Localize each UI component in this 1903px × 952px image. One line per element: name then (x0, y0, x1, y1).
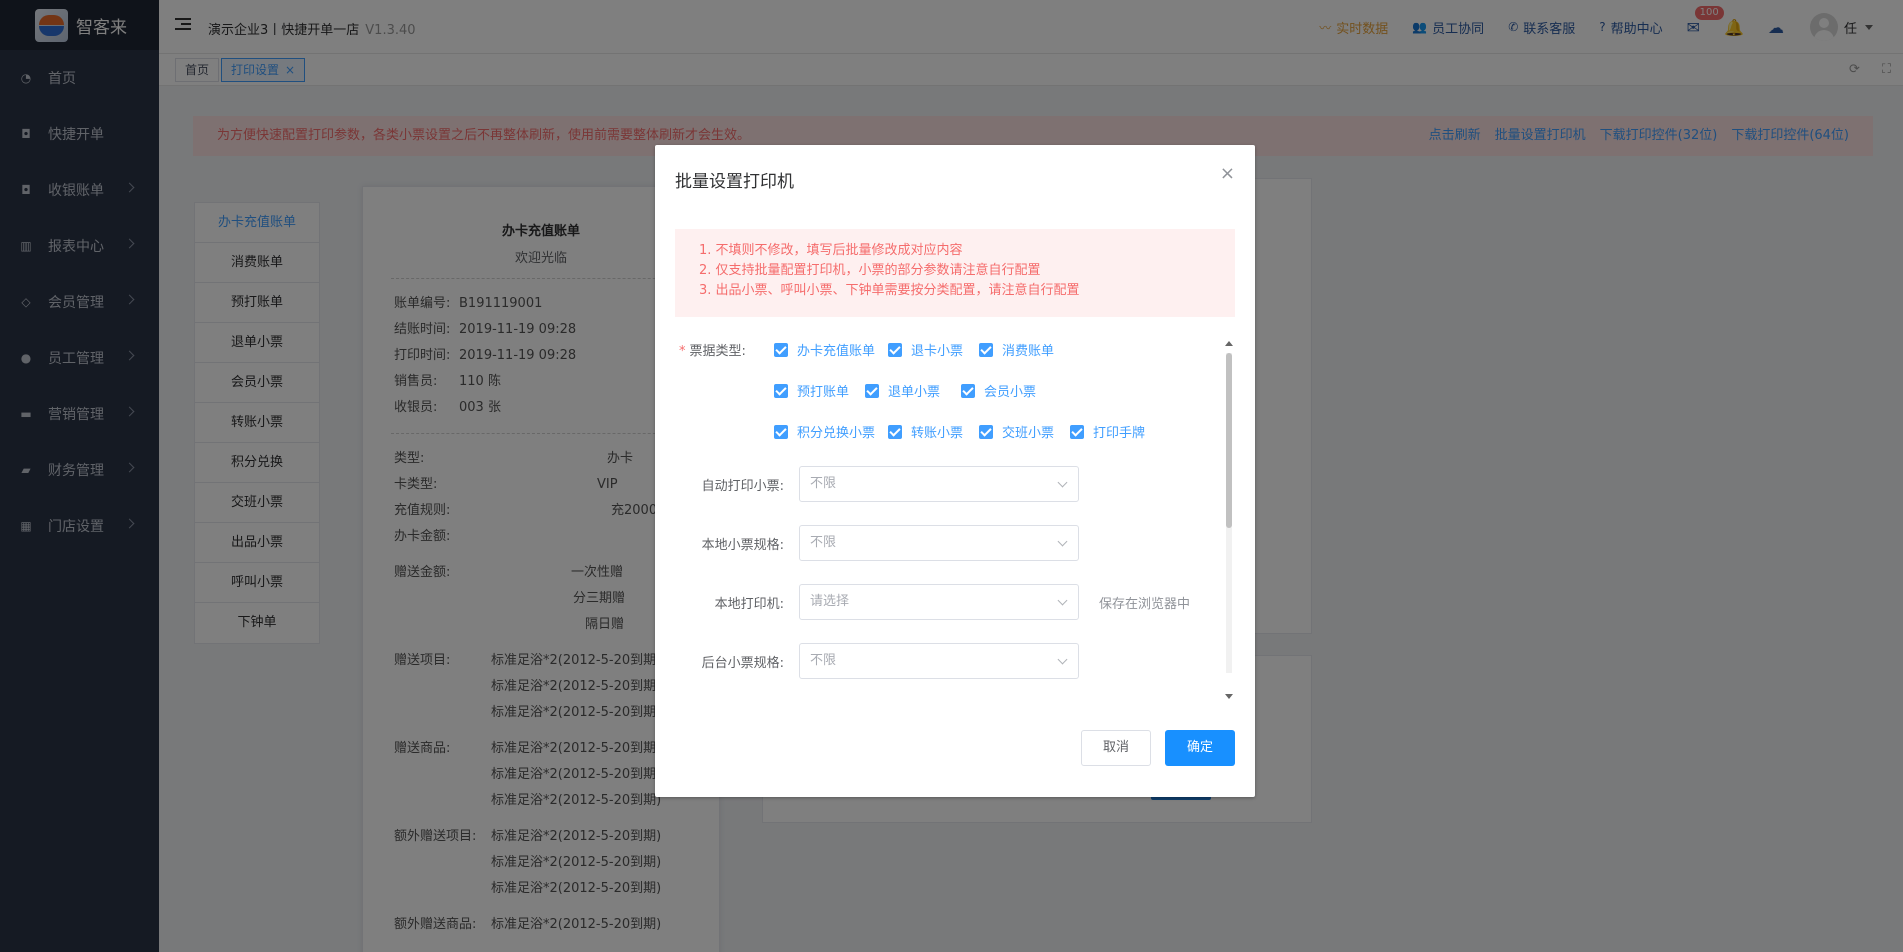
checkbox-label: 预打账单 (797, 385, 850, 400)
dialog-notice: 1. 不填则不修改，填写后批量修改成对应内容 2. 仅支持批量配置打印机，小票的… (675, 229, 1235, 317)
checkbox-label: 办卡充值账单 (797, 344, 876, 359)
receipt-type-checkbox[interactable]: 退卡小票 (888, 340, 963, 359)
field-hint: 保存在浏览器中 (1099, 597, 1191, 612)
checkbox-label: 积分兑换小票 (797, 426, 876, 441)
dialog-close-icon[interactable]: × (1220, 163, 1235, 184)
receipt-type-label: * 票据类型: (679, 340, 746, 359)
notice-line: 2. 仅支持批量配置打印机，小票的部分参数请注意自行配置 (699, 263, 1041, 278)
confirm-button[interactable]: 确定 (1165, 730, 1235, 766)
scrollbar-thumb[interactable] (1226, 353, 1232, 528)
select-placeholder: 不限 (810, 476, 837, 491)
field-label: 自动打印小票: (701, 479, 784, 494)
receipt-type-checkbox[interactable]: 转账小票 (888, 422, 963, 441)
receipt-type-checkbox[interactable]: 打印手牌 (1070, 422, 1145, 441)
checkbox-checked-icon[interactable] (1070, 424, 1084, 439)
label-text: 票据类型: (689, 344, 746, 359)
select-placeholder: 不限 (810, 653, 837, 668)
printer-select[interactable]: 请选择 (799, 584, 1079, 620)
chevron-down-icon (1057, 536, 1068, 547)
checkbox-checked-icon[interactable] (979, 342, 993, 357)
checkbox-label: 交班小票 (1002, 426, 1055, 441)
checkbox-label: 消费账单 (1002, 344, 1055, 359)
checkbox-checked-icon[interactable] (865, 383, 879, 398)
checkbox-label: 退卡小票 (911, 344, 964, 359)
scroll-down-icon[interactable] (1225, 694, 1233, 699)
scroll-up-icon[interactable] (1225, 341, 1233, 346)
checkbox-checked-icon[interactable] (888, 424, 902, 439)
printer-select[interactable]: 不限 (799, 525, 1079, 561)
receipt-type-checkbox[interactable]: 办卡充值账单 (774, 340, 875, 359)
printer-select[interactable]: 不限 (799, 643, 1079, 679)
checkbox-checked-icon[interactable] (774, 342, 788, 357)
receipt-type-checkbox[interactable]: 预打账单 (774, 381, 849, 400)
checkbox-checked-icon[interactable] (774, 383, 788, 398)
receipt-type-checkbox[interactable]: 会员小票 (961, 381, 1036, 400)
checkbox-label: 退单小票 (888, 385, 941, 400)
receipt-type-checkbox[interactable]: 退单小票 (865, 381, 940, 400)
checkbox-label: 会员小票 (984, 385, 1037, 400)
select-placeholder: 不限 (810, 535, 837, 550)
batch-printer-dialog: 批量设置打印机 × 1. 不填则不修改，填写后批量修改成对应内容 2. 仅支持批… (655, 145, 1255, 797)
checkbox-checked-icon[interactable] (774, 424, 788, 439)
select-placeholder: 请选择 (810, 594, 850, 609)
checkbox-checked-icon[interactable] (888, 342, 902, 357)
chevron-down-icon (1057, 477, 1068, 488)
chevron-down-icon (1057, 595, 1068, 606)
receipt-type-checkbox[interactable]: 交班小票 (979, 422, 1054, 441)
checkbox-label: 打印手牌 (1093, 426, 1146, 441)
notice-line: 3. 出品小票、呼叫小票、下钟单需要按分类配置，请注意自行配置 (699, 283, 1080, 298)
form-scrollbar[interactable] (1226, 353, 1232, 673)
chevron-down-icon (1057, 654, 1068, 665)
cancel-button[interactable]: 取消 (1081, 730, 1151, 766)
dialog-form: * 票据类型: 办卡充值账单 退卡小票 消费账单预打账单 退单小票 会员小票积分兑换小票 转… (675, 340, 1235, 705)
dialog-title: 批量设置打印机 (675, 172, 794, 192)
checkbox-checked-icon[interactable] (979, 424, 993, 439)
field-label: 本地打印机: (714, 597, 784, 612)
field-label: 本地小票规格: (701, 538, 784, 553)
receipt-type-checkbox[interactable]: 积分兑换小票 (774, 422, 875, 441)
field-label: 后台小票规格: (701, 656, 784, 671)
notice-line: 1. 不填则不修改，填写后批量修改成对应内容 (699, 243, 963, 258)
required-mark: * (679, 344, 686, 359)
checkbox-label: 转账小票 (911, 426, 964, 441)
checkbox-checked-icon[interactable] (961, 383, 975, 398)
printer-select[interactable]: 不限 (799, 466, 1079, 502)
receipt-type-checkbox[interactable]: 消费账单 (979, 340, 1054, 359)
